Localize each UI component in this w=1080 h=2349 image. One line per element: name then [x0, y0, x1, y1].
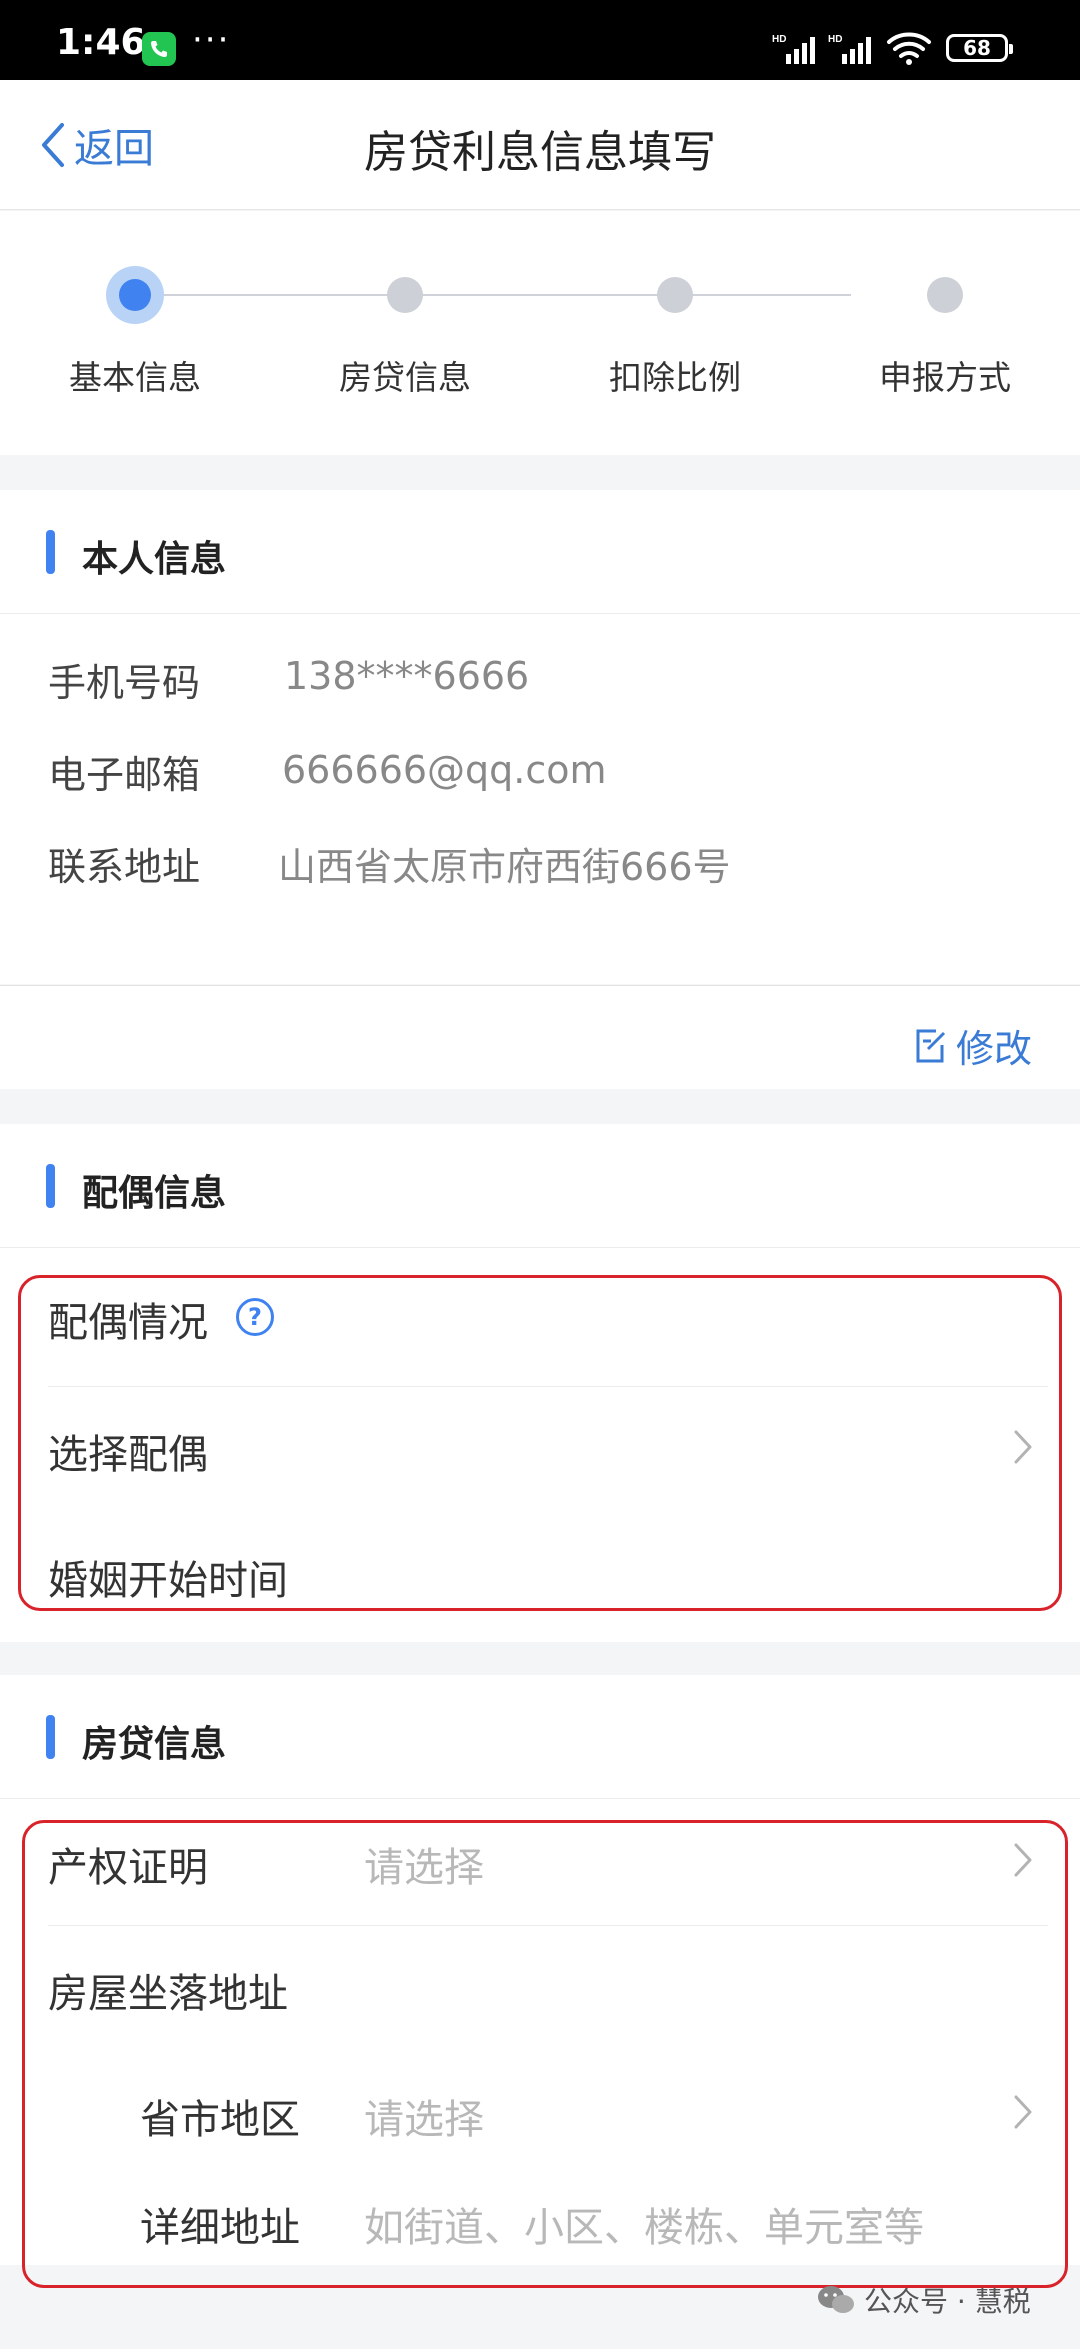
section-header-personal: 本人信息: [0, 490, 1080, 614]
page-title: 房贷利息信息填写: [364, 127, 716, 178]
nav-bar: 返回 房贷利息信息填写: [0, 80, 1080, 210]
step-label-declaration-method: 申报方式: [879, 358, 1011, 397]
battery-indicator: 68: [946, 34, 1013, 62]
section-title-personal: 本人信息: [82, 539, 227, 580]
phone-value: 138****6666: [284, 654, 530, 698]
address-label: 联系地址: [48, 845, 201, 889]
status-time: 1:46: [56, 22, 146, 63]
section-title-spouse: 配偶信息: [82, 1173, 227, 1214]
watermark: 公众号 · 慧税: [816, 2280, 1031, 2320]
edit-row: 修改: [0, 985, 1080, 1089]
step-dot-basic-info: [106, 266, 164, 324]
section-title-mortgage: 房贷信息: [82, 1724, 227, 1765]
step-dot-declaration-method: [927, 277, 963, 313]
status-bar: 1:46 ··· HD HD 68: [0, 0, 1080, 80]
section-accent-bar: [46, 1164, 55, 1208]
svg-text:HD: HD: [828, 34, 842, 45]
personal-info-card: 本人信息 手机号码 138****6666 电子邮箱 666666@qq.com…: [0, 490, 1080, 984]
section-accent-bar: [46, 530, 55, 574]
signal-hd-icon: HD: [772, 34, 815, 64]
section-accent-bar: [46, 1715, 55, 1759]
section-header-mortgage: 房贷信息: [0, 1675, 1080, 1799]
step-label-basic-info: 基本信息: [69, 358, 201, 397]
step-dot-mortgage-info: [387, 277, 423, 313]
phone-call-icon: [142, 32, 176, 66]
step-label-deduction-ratio: 扣除比例: [609, 358, 741, 397]
edit-icon: [916, 1029, 946, 1062]
watermark-text: 公众号 · 慧税: [864, 2285, 1031, 2318]
step-connector: [135, 294, 851, 296]
signal-hd-icon: HD: [828, 34, 871, 64]
progress-stepper: 基本信息 房贷信息 扣除比例 申报方式: [0, 211, 1080, 455]
phone-label: 手机号码: [48, 661, 201, 705]
highlight-box-spouse: [18, 1275, 1062, 1611]
wechat-icon: [818, 2286, 854, 2313]
email-label: 电子邮箱: [48, 753, 201, 797]
status-more-dots: ···: [192, 20, 231, 60]
edit-label: 修改: [955, 1027, 1032, 1071]
step-dot-deduction-ratio: [657, 277, 693, 313]
address-value: 山西省太原市府西街666号: [278, 845, 731, 889]
highlight-box-mortgage: [22, 1820, 1068, 2288]
email-value: 666666@qq.com: [282, 748, 607, 792]
wifi-icon: [887, 32, 931, 65]
edit-button[interactable]: 修改: [914, 1018, 1032, 1073]
svg-text:HD: HD: [772, 34, 786, 45]
section-header-spouse: 配偶信息: [0, 1124, 1080, 1248]
step-label-mortgage-info: 房贷信息: [339, 358, 471, 397]
